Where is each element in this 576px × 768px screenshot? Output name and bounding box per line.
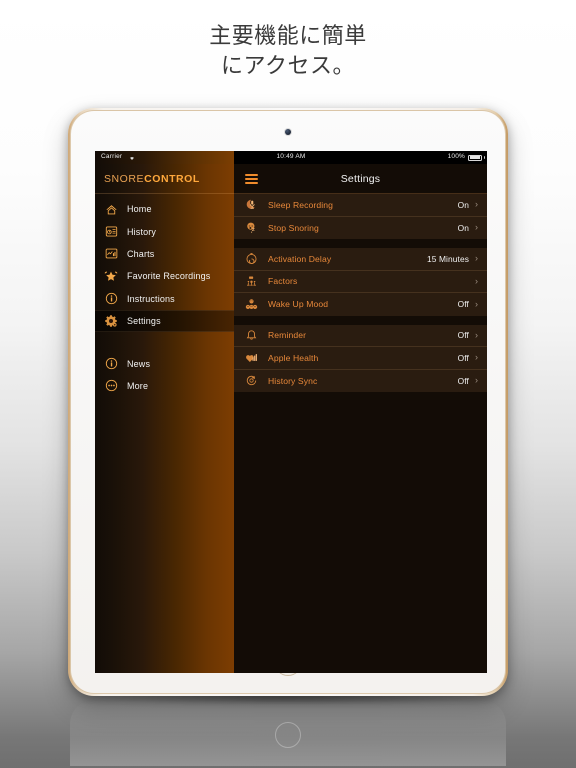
hamburger-bar: [245, 177, 258, 180]
sidebar-item-news[interactable]: News: [95, 352, 234, 374]
settings-row-label: Sleep Recording: [268, 199, 334, 210]
status-bar: Carrier 10:49 AM 100%: [95, 151, 487, 164]
sidebar-item-label: More: [127, 380, 149, 391]
settings-header: Settings: [234, 164, 487, 194]
settings-row-value: Off: [457, 375, 469, 386]
hamburger-icon[interactable]: [245, 173, 258, 184]
chevron-right-icon: ›: [475, 199, 478, 210]
headline-line-1: 主要機能に簡単: [209, 24, 367, 49]
ipad-device-frame: Carrier 10:49 AM 100% SNORE CONTROL Home…: [68, 108, 508, 696]
more-dots-icon: [103, 378, 119, 394]
timer-icon: [243, 251, 259, 267]
sidebar-item-charts[interactable]: Charts: [95, 243, 234, 265]
settings-row-value: On: [457, 222, 469, 233]
page-title: Settings: [340, 172, 381, 185]
chevron-right-icon: ›: [475, 375, 478, 386]
sidebar-nav-list: Home History Charts Favorite Recordings …: [95, 194, 234, 397]
info-icon: [103, 291, 119, 307]
sidebar-item-label: Favorite Recordings: [127, 271, 211, 282]
settings-panel: Settings Sleep Recording On › Z z Stop S…: [234, 164, 487, 673]
sidebar-divider: [95, 332, 234, 352]
settings-row-activation-delay[interactable]: Activation Delay 15 Minutes ›: [234, 248, 487, 271]
settings-row-value: Off: [457, 330, 469, 341]
chevron-right-icon: ›: [475, 329, 478, 340]
svg-text:Z: Z: [251, 227, 254, 232]
app-container: SNORE CONTROL Home History Charts Favori…: [95, 164, 487, 673]
sidebar: SNORE CONTROL Home History Charts Favori…: [95, 164, 234, 673]
factors-icon: [243, 273, 259, 289]
chevron-right-icon: ›: [475, 298, 478, 309]
brand-light: SNORE: [104, 172, 145, 185]
history-icon: [103, 224, 119, 240]
apple-health-icon: [243, 350, 259, 366]
gear-icon: [103, 313, 119, 329]
settings-row-wake-up-mood[interactable]: Wake Up Mood Off ›: [234, 293, 487, 316]
sidebar-item-label: Charts: [127, 248, 155, 259]
settings-row-value: 15 Minutes: [427, 253, 469, 264]
moon-mic-icon: [243, 197, 259, 213]
brand-bold: CONTROL: [144, 172, 200, 185]
settings-row-label: Wake Up Mood: [268, 299, 329, 310]
sync-icon: [243, 373, 259, 389]
settings-row-stop-snoring[interactable]: Z z Stop Snoring On ›: [234, 216, 487, 239]
chevron-right-icon: ›: [475, 222, 478, 233]
settings-row-label: History Sync: [268, 375, 318, 386]
hamburger-bar: [245, 181, 258, 184]
home-icon: [103, 201, 119, 217]
hamburger-bar: [245, 173, 258, 176]
settings-row-reminder[interactable]: Reminder Off ›: [234, 324, 487, 347]
settings-row-factors[interactable]: Factors ›: [234, 270, 487, 293]
news-icon: [103, 356, 119, 372]
settings-row-label: Factors: [268, 276, 298, 287]
mood-faces-icon: [243, 296, 259, 312]
chevron-right-icon: ›: [475, 275, 478, 286]
device-screen: Carrier 10:49 AM 100% SNORE CONTROL Home…: [95, 151, 487, 673]
settings-row-sleep-recording[interactable]: Sleep Recording On ›: [234, 194, 487, 217]
bell-icon: [243, 327, 259, 343]
reflected-home-button: [275, 722, 301, 748]
settings-group-2: Activation Delay 15 Minutes › Factors › …: [234, 248, 487, 316]
settings-row-label: Apple Health: [268, 352, 319, 363]
sidebar-item-label: History: [127, 226, 157, 237]
settings-group-3: Reminder Off › Apple Health Off › Histor…: [234, 324, 487, 392]
sidebar-item-home[interactable]: Home: [95, 198, 234, 220]
chevron-right-icon: ›: [475, 253, 478, 264]
settings-row-label: Stop Snoring: [268, 222, 319, 233]
settings-row-apple-health[interactable]: Apple Health Off ›: [234, 347, 487, 370]
sidebar-item-instructions[interactable]: Instructions: [95, 288, 234, 310]
ipad-bezel: Carrier 10:49 AM 100% SNORE CONTROL Home…: [70, 110, 506, 694]
sidebar-item-history[interactable]: History: [95, 220, 234, 242]
settings-row-label: Activation Delay: [268, 253, 332, 264]
sidebar-item-more[interactable]: More: [95, 375, 234, 397]
sidebar-item-settings[interactable]: Settings: [95, 309, 234, 333]
settings-row-value: Off: [457, 352, 469, 363]
settings-row-label: Reminder: [268, 330, 307, 341]
settings-row-history-sync[interactable]: History Sync Off ›: [234, 369, 487, 392]
front-camera-icon: [285, 129, 291, 135]
wifi-icon: [130, 157, 134, 161]
charts-icon: [103, 246, 119, 262]
page-headline: 主要機能に簡単 にアクセス。: [0, 22, 576, 82]
app-brand: SNORE CONTROL: [95, 164, 234, 194]
clock-label: 10:49 AM: [276, 153, 306, 160]
sleeping-face-icon: Z z: [243, 220, 259, 236]
sidebar-item-label: News: [127, 358, 151, 369]
carrier-label: Carrier: [101, 153, 123, 160]
chevron-right-icon: ›: [475, 352, 478, 363]
star-icon: [103, 268, 119, 284]
settings-row-value: Off: [457, 299, 469, 310]
battery-tip-icon: [483, 156, 485, 159]
headline-line-2: にアクセス。: [221, 54, 355, 79]
settings-row-value: On: [457, 199, 469, 210]
battery-icon: [468, 154, 482, 161]
settings-group-1: Sleep Recording On › Z z Stop Snoring On…: [234, 194, 487, 239]
sidebar-item-favorite-recordings[interactable]: Favorite Recordings: [95, 265, 234, 287]
battery-percent-label: 100%: [447, 153, 465, 160]
sidebar-item-label: Settings: [127, 316, 161, 327]
sidebar-item-label: Instructions: [127, 293, 175, 304]
sidebar-item-label: Home: [127, 204, 152, 215]
device-reflection: [70, 700, 506, 766]
